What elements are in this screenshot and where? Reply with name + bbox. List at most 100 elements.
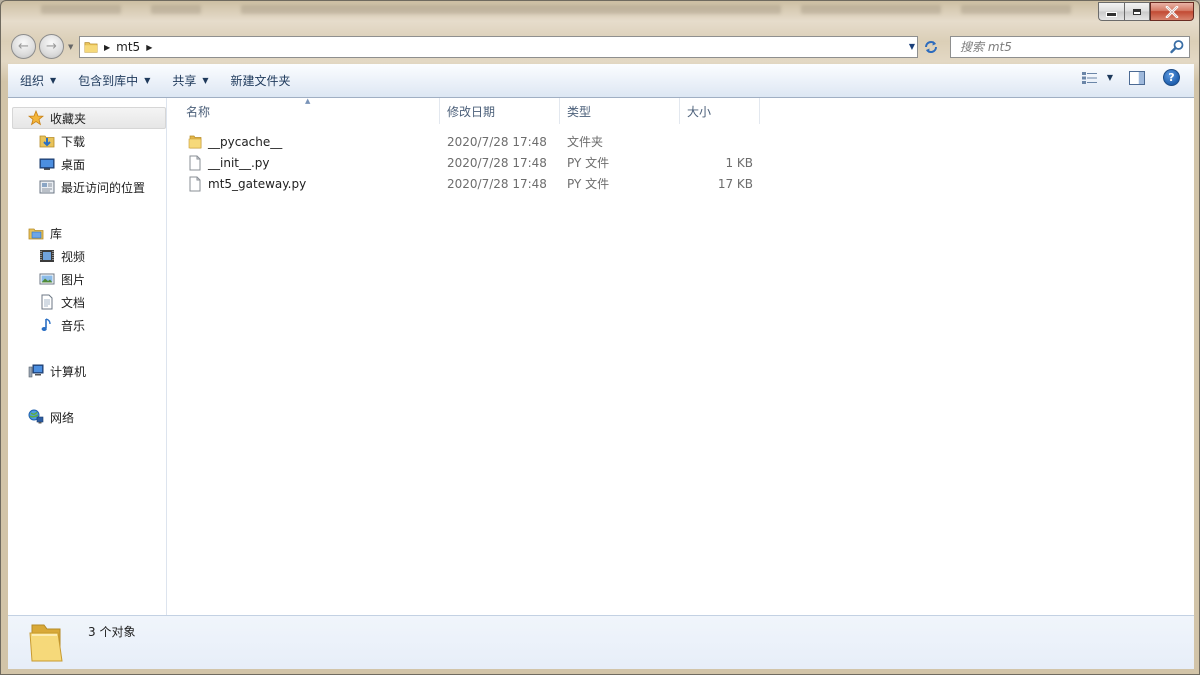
sidebar-item-label: 音乐 [61,318,86,333]
sidebar-item-music[interactable]: 音乐 [39,314,85,336]
main-content: 收藏夹 下载 桌面 最近访问的位置 库 视频 图片 文档 音乐 计算机 网络 ▲… [8,97,1194,615]
breadcrumb-separator-icon[interactable]: ▶ [146,43,152,52]
new-folder-button[interactable]: 新建文件夹 [219,69,301,93]
sidebar-item-favorites[interactable]: 收藏夹 [12,107,166,129]
chevron-down-icon: ▼ [50,76,57,85]
close-button[interactable] [1150,2,1194,21]
column-header-type[interactable]: 类型 [560,98,680,124]
preview-pane-button[interactable] [1129,70,1145,85]
include-in-library-menu[interactable]: 包含到库中 ▼ [66,69,160,93]
forward-button[interactable]: → [39,34,64,59]
download-folder-icon [39,135,55,148]
file-name: __init__.py [208,155,270,170]
sidebar-item-documents[interactable]: 文档 [39,291,85,313]
details-pane: 3 个对象 [8,615,1194,669]
minimize-icon [1106,12,1117,17]
file-name: mt5_gateway.py [208,176,307,191]
background-blur [801,5,941,14]
file-row[interactable]: __pycache__ 2020/7/28 17:48 文件夹 [179,131,769,152]
folder-icon [188,135,202,148]
column-header-label: 类型 [567,104,592,119]
sidebar-item-label: 下载 [61,134,86,149]
file-row[interactable]: __init__.py 2020/7/28 17:48 PY 文件 1 KB [179,152,769,173]
command-bar: 组织 ▼ 包含到库中 ▼ 共享 ▼ 新建文件夹 ▼ ? [8,64,1194,98]
address-history-dropdown[interactable]: ▼ [909,42,915,51]
address-bar[interactable]: ▶ mt5 ▶ ▼ [79,36,918,58]
new-folder-label: 新建文件夹 [230,74,291,88]
column-headers: ▲ 名称 修改日期 类型 大小 [179,97,1194,124]
file-type: 文件夹 [567,135,604,149]
refresh-icon [925,41,937,53]
sidebar-item-recent-places[interactable]: 最近访问的位置 [39,176,145,198]
star-icon [28,110,44,126]
file-row[interactable]: mt5_gateway.py 2020/7/28 17:48 PY 文件 17 … [179,173,769,194]
folder-icon [84,42,98,53]
file-name-cell: __pycache__ [179,134,282,150]
file-date: 2020/7/28 17:48 [447,134,547,149]
column-header-name[interactable]: 名称 [179,98,440,124]
sidebar-item-desktop[interactable]: 桌面 [39,153,85,175]
breadcrumb-separator-icon[interactable]: ▶ [104,43,110,52]
sidebar-item-downloads[interactable]: 下载 [39,130,85,152]
breadcrumb-mt5[interactable]: mt5 [116,40,140,54]
title-bar[interactable] [1,1,1199,31]
sidebar-item-computer[interactable]: 计算机 [28,360,86,382]
address-row: ← → ▼ ▶ mt5 ▶ ▼ [1,31,1199,62]
file-date: 2020/7/28 17:48 [447,176,547,191]
sidebar-item-label: 计算机 [50,364,87,379]
refresh-button[interactable] [919,36,943,58]
navigation-pane: 收藏夹 下载 桌面 最近访问的位置 库 视频 图片 文档 音乐 计算机 网络 [8,98,167,615]
column-header-size[interactable]: 大小 [680,98,760,124]
file-name-cell: __init__.py [179,155,270,171]
column-header-label: 修改日期 [447,104,496,119]
sidebar-item-label: 文档 [61,295,86,310]
minimize-button[interactable] [1098,2,1124,21]
background-blur [241,5,781,14]
organize-menu[interactable]: 组织 ▼ [8,69,66,93]
desktop-icon [39,158,55,170]
file-type: PY 文件 [567,177,610,191]
file-size: 17 KB [717,176,753,191]
help-icon[interactable]: ? [1163,69,1180,86]
sidebar-item-libraries[interactable]: 库 [28,222,62,244]
sidebar-item-label: 桌面 [61,157,86,172]
videos-icon [40,250,54,262]
network-icon [28,409,44,424]
recent-pages-dropdown[interactable]: ▼ [68,43,73,51]
back-arrow-icon: ← [18,39,29,54]
sidebar-item-label: 最近访问的位置 [61,180,146,195]
background-blur [41,5,121,14]
column-header-date[interactable]: 修改日期 [440,98,560,124]
file-size: 1 KB [725,155,753,170]
recent-places-icon [39,180,55,194]
chevron-down-icon: ▼ [202,76,209,85]
chevron-down-icon: ▼ [144,76,151,85]
chevron-down-icon[interactable]: ▼ [1107,73,1113,82]
sidebar-item-label: 收藏夹 [50,111,87,126]
folder-icon [29,624,63,662]
share-menu[interactable]: 共享 ▼ [160,69,218,93]
search-box[interactable] [950,36,1190,58]
sidebar-item-label: 网络 [50,410,75,425]
file-date: 2020/7/28 17:48 [447,155,547,170]
organize-label: 组织 [20,74,45,88]
sidebar-item-pictures[interactable]: 图片 [39,268,85,290]
search-input[interactable] [951,40,1168,54]
file-icon [189,155,201,170]
search-icon[interactable] [1168,38,1186,56]
share-label: 共享 [172,74,197,88]
forward-arrow-icon: → [46,39,57,54]
pictures-icon [39,273,55,285]
maximize-button[interactable] [1124,2,1150,21]
file-icon [189,176,201,191]
file-type: PY 文件 [567,156,610,170]
documents-icon [41,294,53,310]
sidebar-item-videos[interactable]: 视频 [39,245,85,267]
sidebar-item-label: 视频 [61,249,86,264]
change-view-button[interactable]: ▼ [1076,71,1119,84]
column-header-label: 名称 [186,104,211,119]
sidebar-item-network[interactable]: 网络 [28,406,74,428]
back-button[interactable]: ← [11,34,36,59]
music-icon [41,318,51,331]
view-list-icon [1081,71,1097,84]
